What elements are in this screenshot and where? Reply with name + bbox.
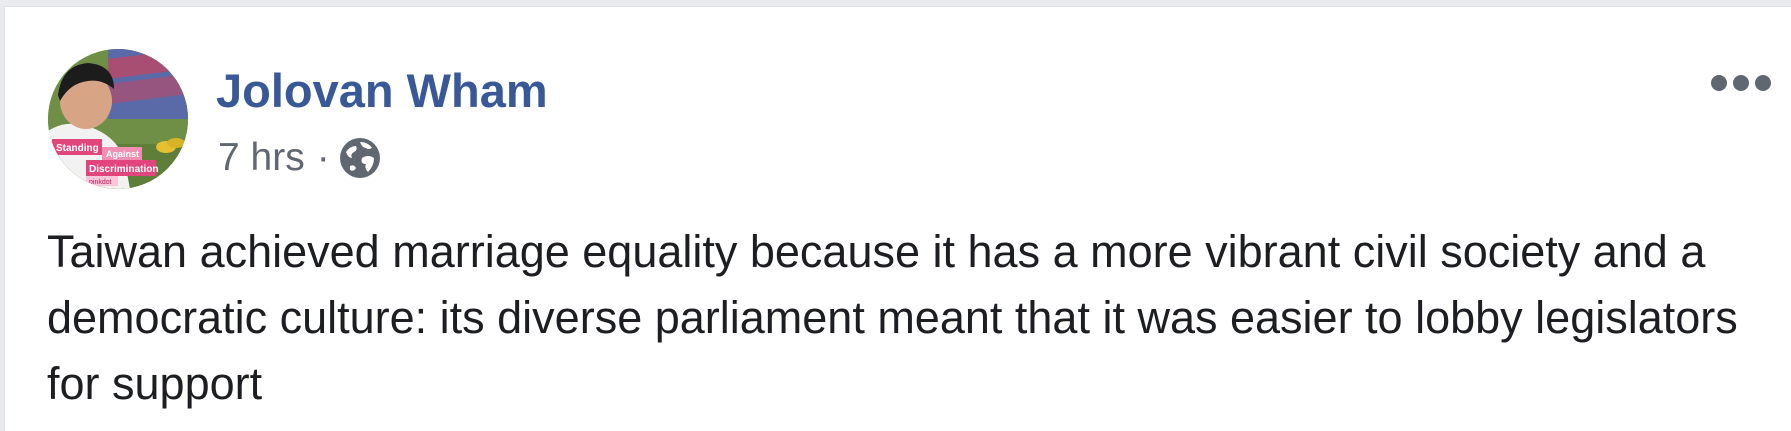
more-options-icon[interactable] (1705, 63, 1777, 103)
post-timestamp[interactable]: 7 hrs (218, 136, 305, 180)
more-dot (1733, 75, 1749, 91)
avatar-frame-text: Standing (56, 143, 99, 154)
globe-icon-graphic (339, 138, 380, 178)
avatar-photo: Standing Against Discrimination pinkdot (48, 49, 188, 189)
globe-icon[interactable] (338, 136, 382, 180)
more-dot (1755, 75, 1771, 91)
author-avatar[interactable]: Standing Against Discrimination pinkdot (48, 49, 188, 189)
more-dot (1711, 75, 1727, 91)
author-name[interactable]: Jolovan Wham (216, 61, 548, 121)
avatar-frame-text: Against (106, 149, 139, 159)
avatar-frame-text: Discrimination (89, 164, 158, 175)
meta-separator: · (316, 136, 330, 179)
post-meta: 7 hrs · (218, 133, 382, 183)
post-body-text: Taiwan achieved marriage equality becaus… (47, 226, 1738, 409)
post-card: Standing Against Discrimination pinkdot … (4, 6, 1791, 431)
avatar-frame-text: pinkdot (89, 179, 112, 186)
